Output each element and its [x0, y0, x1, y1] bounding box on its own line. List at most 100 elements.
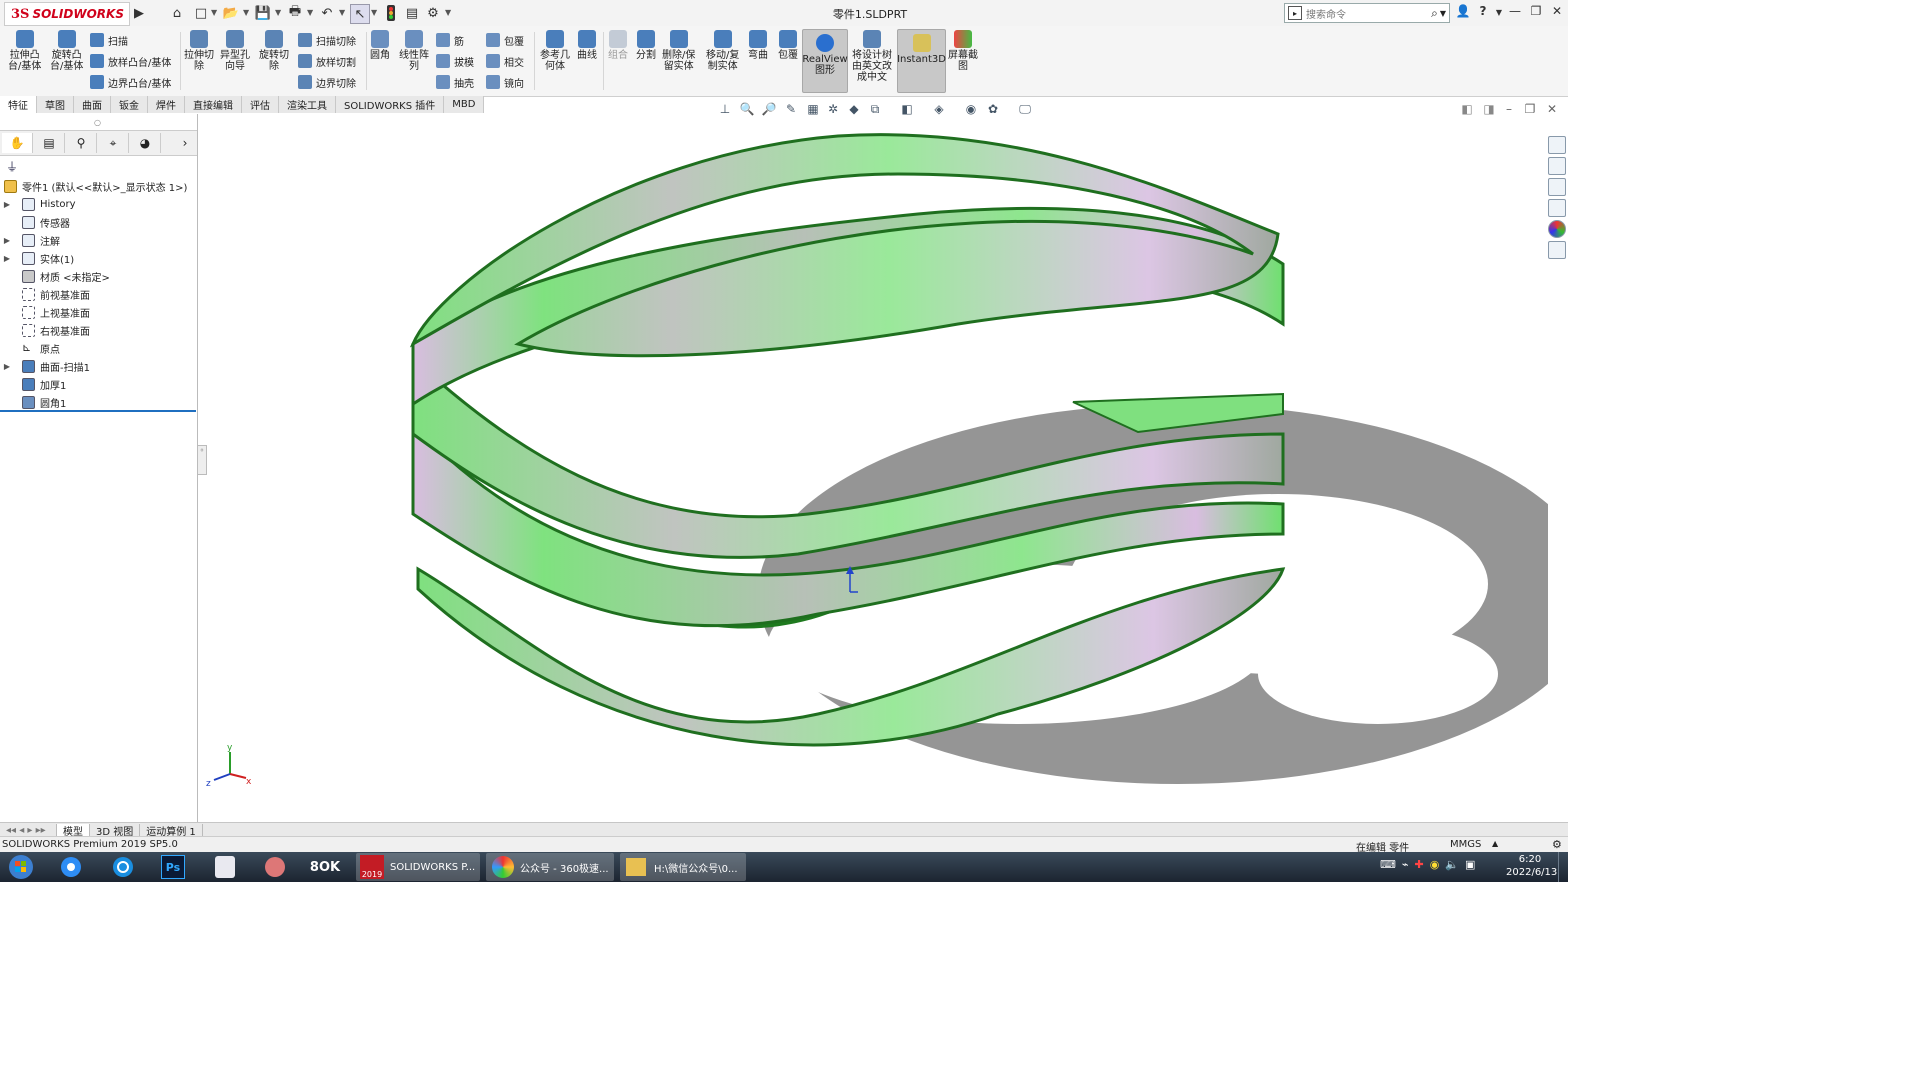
- taskbar-app-360-browser[interactable]: 公众号 - 360极速...: [486, 853, 614, 881]
- select-cursor-icon[interactable]: ↖: [350, 4, 370, 24]
- chevron-up-icon[interactable]: ▲: [1492, 839, 1498, 848]
- tab-mbd[interactable]: MBD: [444, 96, 485, 113]
- boundary-boss-button[interactable]: 边界凸台/基体: [90, 73, 171, 91]
- reference-geometry-button[interactable]: 参考几 何体: [540, 30, 570, 72]
- move-copy-body-button[interactable]: 移动/复 制实体: [706, 30, 739, 72]
- chevron-right-icon[interactable]: ›: [176, 133, 194, 153]
- units-selector[interactable]: MMGS: [1450, 839, 1481, 850]
- rollback-bar[interactable]: [0, 410, 196, 412]
- sweep-cut-button[interactable]: 扫描切除: [298, 31, 356, 49]
- tree-item-fillet[interactable]: 圆角1: [0, 393, 66, 411]
- tab-weldments[interactable]: 焊件: [148, 96, 185, 113]
- graphics-area[interactable]: y x z: [198, 114, 1598, 822]
- chevron-down-icon[interactable]: ▼: [371, 8, 377, 17]
- hide-show-items-icon[interactable]: ◧: [898, 100, 916, 118]
- file-explorer-icon[interactable]: [1548, 178, 1566, 196]
- extrude-boss-button[interactable]: 拉伸凸 台/基体: [8, 30, 41, 72]
- monitor-icon[interactable]: 🖵: [1016, 100, 1034, 118]
- restore-icon[interactable]: ❐: [1527, 4, 1545, 22]
- print-icon[interactable]: 🖶: [286, 4, 304, 22]
- mirror-button[interactable]: 镜向: [486, 73, 524, 91]
- baidu-netdisk-icon[interactable]: [56, 853, 86, 881]
- file-properties-icon[interactable]: ▤: [403, 4, 421, 22]
- view-orientation-cube-icon[interactable]: ◆: [845, 100, 863, 118]
- view-orientation-icon[interactable]: ⊥: [716, 100, 734, 118]
- show-desktop-button[interactable]: [1558, 852, 1569, 882]
- traffic-light-icon[interactable]: [382, 4, 400, 22]
- chevron-down-icon[interactable]: ▼: [275, 8, 281, 17]
- ime-icon[interactable]: ⌁: [1402, 858, 1409, 871]
- undo-icon[interactable]: ↶: [318, 4, 336, 22]
- fillet-button[interactable]: 圆角: [370, 30, 390, 61]
- revolve-cut-button[interactable]: 旋转切 除: [259, 30, 289, 72]
- filter-icon[interactable]: ⏚: [6, 158, 18, 175]
- open-file-icon[interactable]: 📂: [222, 4, 240, 22]
- search-icon[interactable]: ⌕: [1431, 6, 1438, 21]
- wrap-button[interactable]: 包覆: [778, 30, 798, 61]
- save-icon[interactable]: 💾: [254, 4, 272, 22]
- custom-properties-icon[interactable]: [1548, 241, 1566, 259]
- tab-scroll-arrows[interactable]: ◂◂ ◂ ▸ ▸▸: [0, 823, 57, 837]
- chevron-down-icon[interactable]: ▼: [1440, 9, 1446, 18]
- tree-root-part[interactable]: 零件1 (默认<<默认>_显示状态 1>): [0, 177, 187, 195]
- zoom-area-icon[interactable]: 🔎: [760, 100, 778, 118]
- tab-render-tools[interactable]: 渲染工具: [279, 96, 336, 113]
- boundary-cut-button[interactable]: 边界切除: [298, 73, 356, 91]
- tree-item-solid-bodies[interactable]: ▶ 实体(1): [0, 249, 74, 267]
- tree-item-sensors[interactable]: 传感器: [0, 213, 70, 231]
- apply-scene-icon[interactable]: ◉: [962, 100, 980, 118]
- tree-item-material[interactable]: 材质 <未指定>: [0, 267, 110, 285]
- edit-appearance-icon[interactable]: ◈: [930, 100, 948, 118]
- customize-status-icon[interactable]: ⚙: [1552, 838, 1562, 851]
- security-icon[interactable]: ◉: [1430, 858, 1440, 871]
- taskbar-app-explorer[interactable]: H:\微信公众号\0...: [620, 853, 746, 881]
- chevron-down-icon[interactable]: ▼: [445, 8, 451, 17]
- display-style-icon[interactable]: ⧉: [866, 100, 884, 118]
- solidworks-resources-icon[interactable]: [1548, 136, 1566, 154]
- sweep-boss-button[interactable]: 扫描: [90, 31, 128, 49]
- antivirus-icon[interactable]: ✚: [1415, 858, 1424, 871]
- panel-expand-icon[interactable]: ◨: [1480, 100, 1498, 118]
- tree-item-annotations[interactable]: ▶ 注解: [0, 231, 60, 249]
- start-button[interactable]: [6, 853, 36, 881]
- rib-button[interactable]: 筋: [436, 31, 464, 49]
- tab-sheet-metal[interactable]: 钣金: [111, 96, 148, 113]
- chevron-down-icon[interactable]: ▼: [211, 8, 217, 17]
- draft-button[interactable]: 拔模: [436, 52, 474, 70]
- wrap-small-button[interactable]: 包覆: [486, 31, 524, 49]
- linear-pattern-button[interactable]: 线性阵 列: [399, 30, 429, 72]
- panel-collapse-handle[interactable]: ◦: [197, 445, 207, 475]
- curves-button[interactable]: 曲线: [577, 30, 597, 61]
- tab-motion-study[interactable]: 运动算例 1: [140, 823, 203, 838]
- intersect-button[interactable]: 相交: [486, 52, 524, 70]
- expand-arrow-icon[interactable]: ▶: [2, 362, 12, 371]
- new-document-icon[interactable]: □: [192, 4, 210, 22]
- screen-capture-button[interactable]: 屏幕截 图: [948, 30, 978, 72]
- chevron-down-icon[interactable]: ▼: [307, 8, 313, 17]
- axis-triad[interactable]: y x z: [206, 743, 252, 789]
- tab-3d-views[interactable]: 3D 视图: [90, 823, 141, 838]
- tree-item-top-plane[interactable]: 上视基准面: [0, 303, 90, 321]
- appearances-icon[interactable]: [1548, 220, 1566, 238]
- shell-button[interactable]: 抽壳: [436, 73, 474, 91]
- expand-arrow-icon[interactable]: ▶: [2, 254, 12, 263]
- browser-icon[interactable]: [108, 853, 138, 881]
- feature-manager-tab-icon[interactable]: ✋: [2, 133, 33, 153]
- tab-solidworks-addins[interactable]: SOLIDWORKS 插件: [336, 96, 445, 113]
- options-gear-icon[interactable]: ⚙: [424, 4, 442, 22]
- 3d-model-view[interactable]: y x z: [198, 114, 1598, 822]
- design-library-icon[interactable]: [1548, 157, 1566, 175]
- flex-button[interactable]: 弯曲: [748, 30, 768, 61]
- extrude-cut-button[interactable]: 拉伸切 除: [184, 30, 214, 72]
- network-icon[interactable]: ▣: [1465, 858, 1475, 871]
- tree-item-origin[interactable]: ⊾ 原点: [0, 339, 60, 357]
- tab-evaluate[interactable]: 评估: [242, 96, 279, 113]
- tab-model[interactable]: 模型: [57, 823, 90, 838]
- previous-view-icon[interactable]: ✎: [782, 100, 800, 118]
- viewport-close-icon[interactable]: ✕: [1543, 100, 1561, 118]
- tree-item-front-plane[interactable]: 前视基准面: [0, 285, 90, 303]
- feather-app-icon[interactable]: [260, 853, 290, 881]
- dimxpert-tab-icon[interactable]: ⌖: [98, 133, 129, 153]
- menu-expand-icon[interactable]: ▶: [130, 4, 148, 22]
- view-palette-icon[interactable]: [1548, 199, 1566, 217]
